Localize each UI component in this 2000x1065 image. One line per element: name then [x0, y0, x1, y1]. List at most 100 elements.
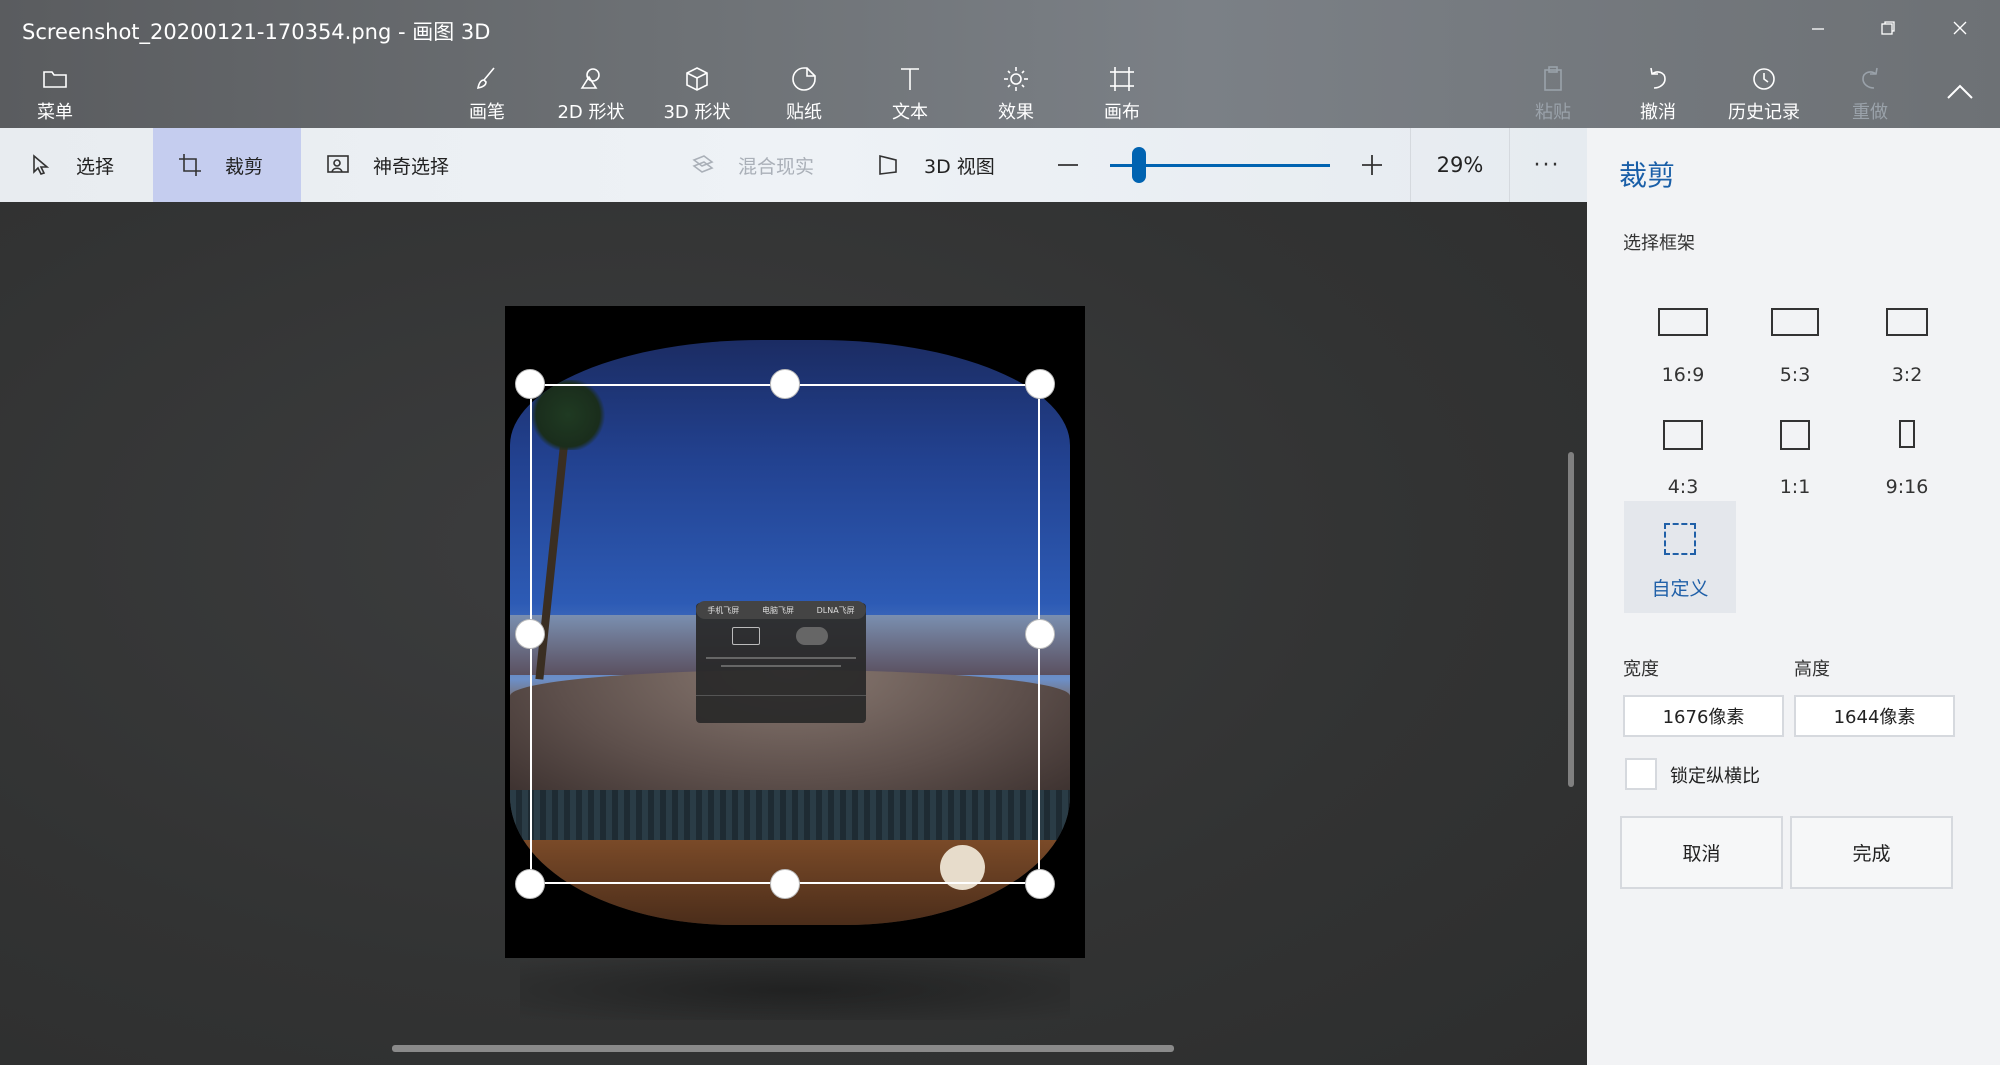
undo-label: 撤消: [1640, 102, 1676, 123]
lock-aspect-checkbox[interactable]: [1625, 758, 1657, 790]
done-button[interactable]: 完成: [1790, 816, 1953, 889]
2d-shapes-tool[interactable]: 2D 形状: [546, 64, 636, 124]
effects-icon: [1004, 67, 1028, 91]
3d-shapes-label: 3D 形状: [663, 102, 731, 123]
crop-handle-bottom[interactable]: [770, 869, 800, 899]
select-label: 选择: [76, 155, 115, 178]
crop-tool[interactable]: 裁剪: [153, 128, 301, 202]
text-tool[interactable]: 文本: [865, 64, 955, 124]
menu-label: 菜单: [37, 102, 73, 123]
paste-label: 粘贴: [1535, 102, 1571, 123]
more-options-button[interactable]: ···: [1512, 128, 1582, 202]
3d-view-icon: [879, 154, 897, 175]
undo-button[interactable]: 撤消: [1613, 64, 1703, 124]
ratio-label: 9:16: [1885, 476, 1929, 498]
brush-tool[interactable]: 画笔: [442, 64, 532, 124]
redo-icon: [1862, 67, 1878, 89]
3d-shapes-tool[interactable]: 3D 形状: [652, 64, 742, 124]
ratio-16-9[interactable]: 16:9: [1627, 286, 1739, 398]
zoom-in-button[interactable]: [1347, 128, 1397, 202]
crop-handle-bottom-right[interactable]: [1025, 869, 1055, 899]
restore-button[interactable]: [1866, 10, 1910, 46]
ratio-3-2-icon: [1886, 308, 1928, 336]
ratio-1-1-icon: [1780, 420, 1810, 450]
ratio-label: 5:3: [1779, 364, 1811, 386]
crop-handle-top[interactable]: [770, 369, 800, 399]
cursor-icon: [33, 154, 50, 175]
brush-icon: [476, 67, 495, 90]
crop-panel: 裁剪 选择框架 16:9 5:3 3:2 4:3 1:1 9:16 自定义 宽度…: [1587, 128, 2000, 1065]
height-field[interactable]: 1644像素: [1794, 695, 1955, 737]
canvas-label: 画布: [1104, 102, 1140, 123]
crop-handle-top-left[interactable]: [515, 369, 545, 399]
effects-tool[interactable]: 效果: [971, 64, 1061, 124]
crop-rectangle[interactable]: [530, 384, 1040, 884]
crop-handle-top-right[interactable]: [1025, 369, 1055, 399]
canvas-icon: [1110, 67, 1134, 91]
width-field[interactable]: 1676像素: [1623, 695, 1784, 737]
stickers-label: 贴纸: [786, 102, 822, 123]
ratio-label: 自定义: [1651, 578, 1709, 600]
text-label: 文本: [892, 102, 928, 123]
crop-label: 裁剪: [225, 155, 264, 178]
title-ribbon-bar: Screenshot_20200121-170354.png - 画图 3D 菜…: [0, 0, 2000, 128]
frame-section-label: 选择框架: [1623, 233, 1695, 254]
horizontal-scrollbar[interactable]: [392, 1045, 1174, 1052]
panel-title: 裁剪: [1619, 159, 1676, 192]
3d-view-label: 3D 视图: [924, 155, 995, 178]
ratio-9-16[interactable]: 9:16: [1851, 398, 1963, 510]
2d-shapes-label: 2D 形状: [557, 102, 625, 123]
ratio-3-2[interactable]: 3:2: [1851, 286, 1963, 398]
ratio-5-3-icon: [1771, 308, 1819, 336]
effects-label: 效果: [998, 102, 1034, 123]
minimize-button[interactable]: [1796, 10, 1840, 46]
crop-handle-bottom-left[interactable]: [515, 869, 545, 899]
plus-icon: [1362, 155, 1382, 175]
menu-button[interactable]: 菜单: [10, 64, 100, 124]
collapse-ribbon-button[interactable]: [1944, 78, 1976, 104]
zoom-slider-thumb[interactable]: [1132, 147, 1146, 183]
paste-icon: [1544, 66, 1562, 91]
close-button[interactable]: [1938, 10, 1982, 46]
history-button[interactable]: 历史记录: [1719, 64, 1809, 124]
vertical-scrollbar[interactable]: [1568, 452, 1574, 787]
brush-label: 画笔: [469, 102, 505, 123]
ratio-label: 16:9: [1661, 364, 1705, 386]
ratio-16-9-icon: [1658, 308, 1708, 336]
chevron-up-icon: [1947, 84, 1973, 99]
tool-options-bar: 选择 裁剪 神奇选择 混合现实 3D 视图: [0, 128, 1587, 202]
canvas-tool[interactable]: 画布: [1077, 64, 1167, 124]
ratio-1-1[interactable]: 1:1: [1739, 398, 1851, 510]
ratio-label: 4:3: [1667, 476, 1699, 498]
mixed-reality-icon: [692, 155, 714, 173]
paste-button[interactable]: 粘贴: [1508, 64, 1598, 124]
3d-shapes-icon: [686, 67, 708, 91]
redo-label: 重做: [1852, 102, 1888, 123]
restore-icon: [1881, 21, 1895, 35]
height-label: 高度: [1794, 659, 1830, 680]
ratio-4-3-icon: [1663, 420, 1703, 450]
zoom-level[interactable]: 29%: [1410, 128, 1510, 202]
crop-handle-left[interactable]: [515, 619, 545, 649]
width-label: 宽度: [1623, 659, 1659, 680]
custom-frame-icon: [1664, 523, 1696, 555]
cancel-button[interactable]: 取消: [1620, 816, 1783, 889]
ratio-custom[interactable]: 自定义: [1624, 501, 1736, 613]
crop-handle-right[interactable]: [1025, 619, 1055, 649]
image-shadow: [520, 960, 1070, 1020]
ratio-5-3[interactable]: 5:3: [1739, 286, 1851, 398]
magic-select-tool[interactable]: 神奇选择: [301, 128, 491, 202]
select-tool[interactable]: 选择: [0, 128, 153, 202]
crop-icon: [179, 154, 201, 176]
3d-view-button[interactable]: 3D 视图: [876, 128, 1016, 202]
magic-select-label: 神奇选择: [373, 155, 450, 178]
stickers-tool[interactable]: 贴纸: [759, 64, 849, 124]
mixed-reality-button[interactable]: 混合现实: [690, 128, 830, 202]
zoom-out-button[interactable]: [1043, 128, 1093, 202]
ratio-4-3[interactable]: 4:3: [1627, 398, 1739, 510]
ratio-9-16-icon: [1899, 420, 1915, 448]
redo-button[interactable]: 重做: [1825, 64, 1915, 124]
history-icon: [1753, 68, 1775, 90]
close-icon: [1953, 21, 1967, 35]
magic-select-icon: [327, 155, 349, 173]
